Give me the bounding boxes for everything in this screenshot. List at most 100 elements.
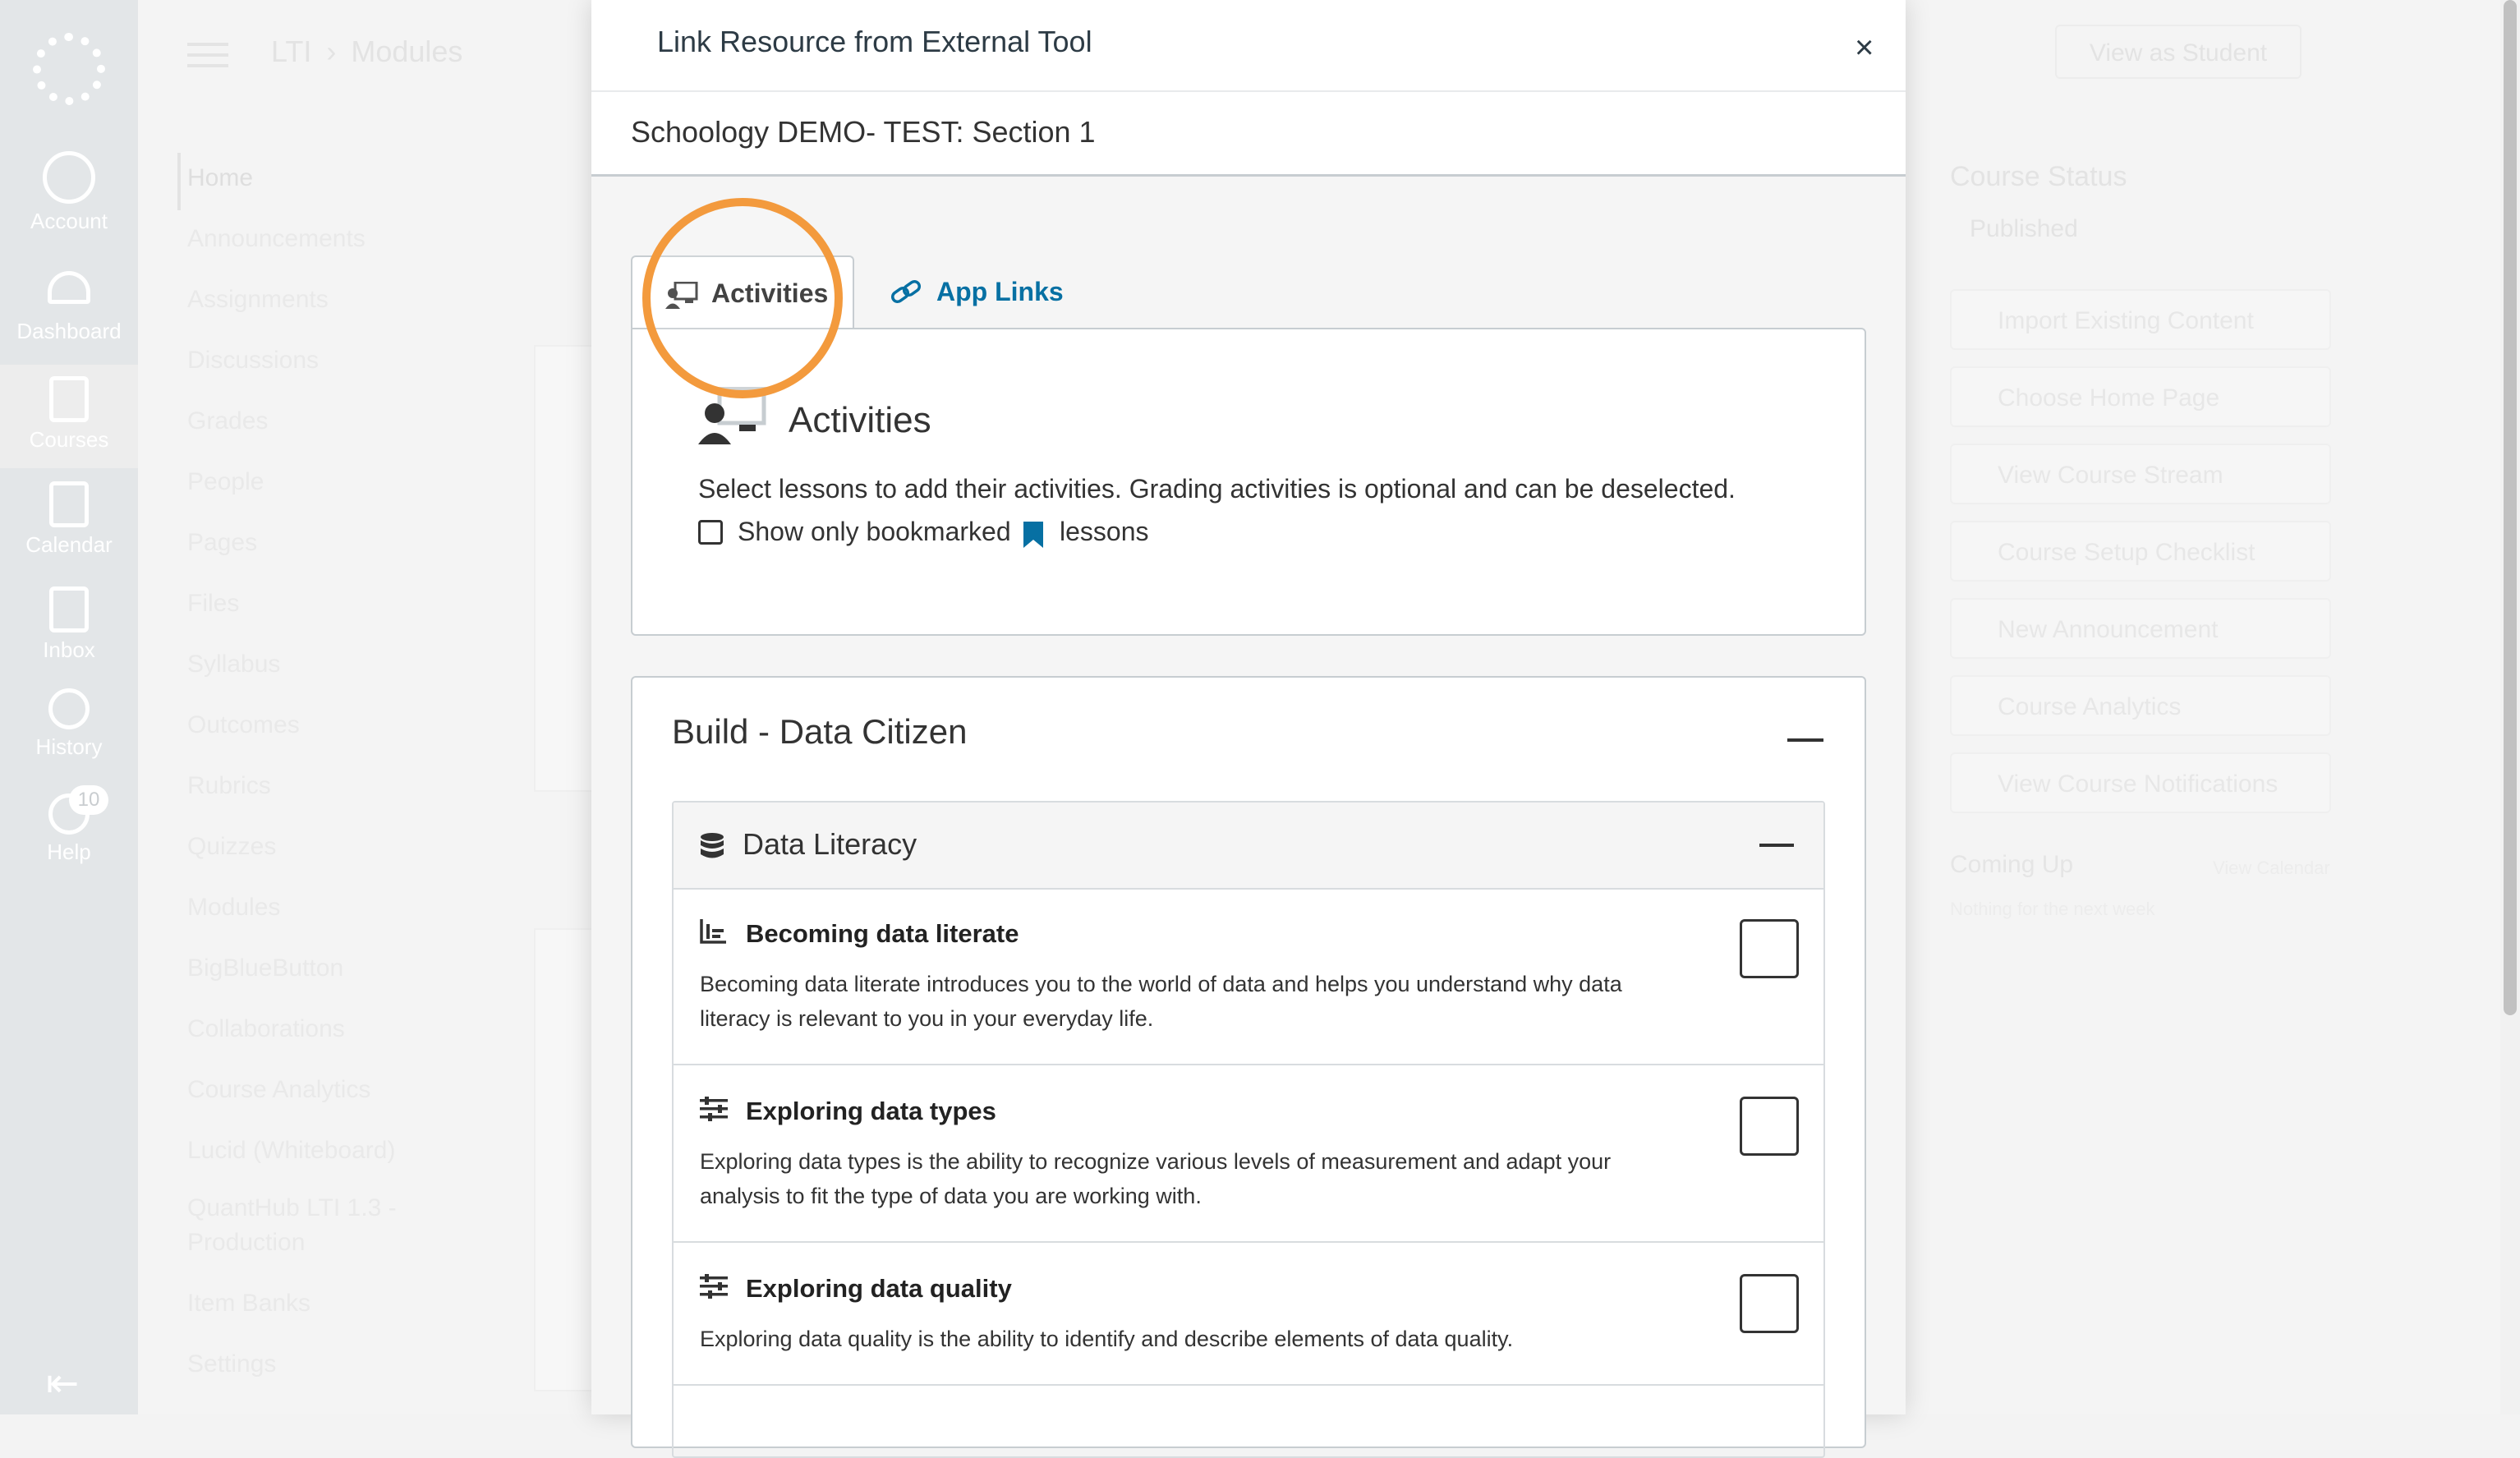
course-nav-grades[interactable]: Grades <box>187 407 268 435</box>
data-literacy-title: Data Literacy <box>743 827 917 861</box>
course-nav-syllabus[interactable]: Syllabus <box>187 651 280 678</box>
course-nav-quanthub[interactable]: QuantHub LTI 1.3 - <box>187 1194 397 1222</box>
course-status-heading: Course Status <box>1950 161 2127 192</box>
show-bookmarked-checkbox[interactable] <box>698 520 723 545</box>
course-nav-bigbluebutton[interactable]: BigBlueButton <box>187 954 343 982</box>
collapse-data-literacy-icon[interactable] <box>1759 844 1794 847</box>
lesson-description-line: literacy is relevant to you in your ever… <box>700 1006 1154 1031</box>
canvas-logo-icon[interactable] <box>33 33 105 105</box>
global-nav-label: Courses <box>29 427 109 452</box>
tab-activities[interactable]: Activities <box>631 255 854 329</box>
coming-up-heading: Coming Up <box>1950 851 2074 878</box>
sliders-icon <box>700 1097 728 1121</box>
modal-header: Link Resource from External Tool × <box>591 0 1906 92</box>
course-nav-collaborations[interactable]: Collaborations <box>187 1015 345 1043</box>
activities-large-icon <box>698 387 766 444</box>
import-content-button[interactable]: Import Existing Content <box>1950 289 2331 350</box>
lesson-row: Exploring data quality Exploring data qu… <box>674 1243 1823 1386</box>
bar-chart-icon <box>700 919 726 944</box>
view-calendar-link[interactable]: View Calendar <box>2213 858 2330 879</box>
lesson-description-line: Exploring data types is the ability to r… <box>700 1149 1612 1174</box>
collapse-build-icon[interactable] <box>1787 738 1823 742</box>
global-nav-label: Dashboard <box>16 319 122 343</box>
global-nav-inbox[interactable]: Inbox <box>0 586 138 663</box>
data-literacy-header[interactable]: Data Literacy <box>674 803 1823 890</box>
modal-body[interactable]: Activities App Links Activities Select l… <box>591 177 1906 1458</box>
data-literacy-group: Data Literacy Becoming data literate Bec… <box>672 801 1825 1458</box>
global-nav-calendar[interactable]: Calendar <box>0 481 138 558</box>
view-as-student-button[interactable]: View as Student <box>2055 25 2302 79</box>
close-modal-button[interactable]: × <box>1855 30 1874 66</box>
show-bookmarked-label[interactable]: Show only bookmarked <box>738 517 1011 547</box>
calendar-icon <box>49 481 89 527</box>
section-bar: Schoology DEMO- TEST: Section 1 <box>591 92 1906 177</box>
sliders-icon <box>700 1274 728 1299</box>
activities-icon <box>665 282 698 309</box>
lesson-row: Becoming data literate Becoming data lit… <box>674 888 1823 1065</box>
page-scrollbar-thumb[interactable] <box>2504 0 2517 1015</box>
courses-book-icon <box>49 376 89 422</box>
lesson-description: Exploring data types is the ability to r… <box>700 1144 1685 1213</box>
breadcrumb-course[interactable]: LTI <box>271 34 311 68</box>
view-course-stream-button[interactable]: View Course Stream <box>1950 444 2331 504</box>
course-setup-checklist-button[interactable]: Course Setup Checklist <box>1950 521 2331 582</box>
activities-panel: Activities Select lessons to add their a… <box>631 328 1866 636</box>
breadcrumb: LTI › Modules <box>271 34 477 69</box>
global-nav-label: Calendar <box>25 532 113 557</box>
section-title: Schoology DEMO- TEST: Section 1 <box>631 115 1096 149</box>
global-nav-label: History <box>35 734 103 759</box>
published-status-button[interactable]: Published <box>1970 215 2078 243</box>
bookmark-icon <box>1023 522 1043 548</box>
course-sidebar: Course Status Published Import Existing … <box>1950 161 2344 919</box>
breadcrumb-separator: › <box>326 34 337 68</box>
build-card-title: Build - Data Citizen <box>672 712 968 751</box>
activities-description: Select lessons to add their activities. … <box>698 474 1736 504</box>
global-nav-courses[interactable]: Courses <box>0 376 138 453</box>
choose-home-page-button[interactable]: Choose Home Page <box>1950 366 2331 427</box>
lesson-description-line: Exploring data quality is the ability to… <box>700 1327 1514 1351</box>
global-nav-account[interactable]: Account <box>0 151 138 234</box>
course-nav-discussions[interactable]: Discussions <box>187 347 319 375</box>
view-course-notifications-button[interactable]: View Course Notifications <box>1950 752 2331 813</box>
course-nav-pages[interactable]: Pages <box>187 529 257 557</box>
global-nav-history[interactable]: History <box>0 688 138 760</box>
course-nav-people[interactable]: People <box>187 468 264 496</box>
database-icon <box>701 833 724 858</box>
modal-title: Link Resource from External Tool <box>657 25 1092 58</box>
breadcrumb-current: Modules <box>351 34 463 68</box>
global-nav-label: Help <box>47 839 91 864</box>
lesson-select-checkbox[interactable] <box>1740 1097 1799 1156</box>
collapse-nav-icon[interactable]: ⇤ <box>46 1360 79 1406</box>
account-avatar-icon <box>43 151 95 204</box>
global-nav-dashboard[interactable]: Dashboard <box>0 271 138 344</box>
course-nav-rubrics[interactable]: Rubrics <box>187 772 271 800</box>
course-nav-home[interactable]: Home <box>187 164 253 192</box>
dashboard-icon <box>48 271 90 304</box>
show-bookmarked-label-suffix[interactable]: lessons <box>1060 517 1149 547</box>
course-nav-modules[interactable]: Modules <box>187 894 280 922</box>
course-nav-assignments[interactable]: Assignments <box>187 286 329 314</box>
new-announcement-button[interactable]: New Announcement <box>1950 598 2331 659</box>
course-analytics-button[interactable]: Course Analytics <box>1950 675 2331 736</box>
coming-up-empty-text: Nothing for the next week <box>1950 899 2155 919</box>
lesson-title: Becoming data literate <box>746 919 1019 948</box>
lesson-description-line: analysis to fit the type of data you are… <box>700 1184 1202 1208</box>
hamburger-menu-icon[interactable] <box>187 43 228 67</box>
lesson-select-checkbox[interactable] <box>1740 1274 1799 1333</box>
lesson-row: Exploring data types Exploring data type… <box>674 1065 1823 1243</box>
course-nav-settings[interactable]: Settings <box>187 1350 276 1378</box>
course-nav-announcements[interactable]: Announcements <box>187 225 366 253</box>
link-resource-modal: Link Resource from External Tool × Schoo… <box>591 0 1906 1458</box>
lesson-select-checkbox[interactable] <box>1740 919 1799 978</box>
global-nav-label: Account <box>30 209 108 233</box>
course-nav-files[interactable]: Files <box>187 590 239 618</box>
course-nav-item-banks[interactable]: Item Banks <box>187 1290 310 1318</box>
lesson-description-line: Becoming data literate introduces you to… <box>700 972 1622 996</box>
lesson-description: Exploring data quality is the ability to… <box>700 1322 1685 1356</box>
course-nav-course-analytics[interactable]: Course Analytics <box>187 1076 370 1104</box>
help-count-badge: 10 <box>69 785 108 815</box>
course-nav-outcomes[interactable]: Outcomes <box>187 711 300 739</box>
course-nav-lucid[interactable]: Lucid (Whiteboard) <box>187 1137 395 1165</box>
lesson-description: Becoming data literate introduces you to… <box>700 967 1685 1036</box>
course-nav-quizzes[interactable]: Quizzes <box>187 833 276 861</box>
